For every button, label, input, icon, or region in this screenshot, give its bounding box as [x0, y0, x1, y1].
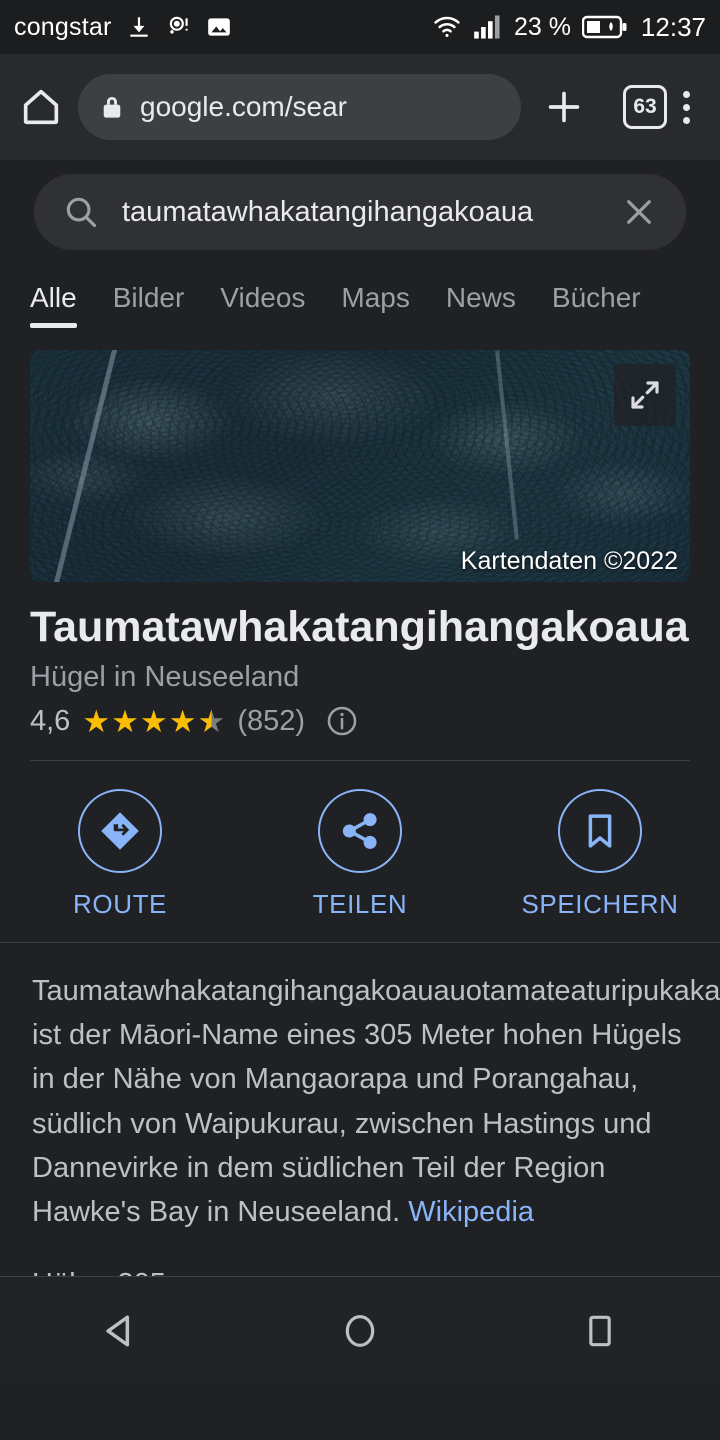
wifi-icon [432, 15, 462, 39]
tab-videos[interactable]: Videos [220, 282, 305, 328]
tab-label: Bücher [551, 282, 641, 313]
search-query-text: taumatawhakatangihangakoaua [122, 195, 534, 228]
new-tab-button[interactable] [541, 84, 587, 130]
overflow-menu-icon[interactable] [671, 90, 702, 124]
rating-value: 4,6 [30, 704, 71, 737]
page-title: Taumatawhakatangihangakoauauotam [30, 604, 690, 651]
tab-news[interactable]: News [446, 282, 516, 328]
back-nav-icon[interactable] [40, 1277, 200, 1385]
entity-subtitle: Hügel in Neuseeland [30, 661, 300, 694]
share-label: TEILEN [312, 889, 408, 920]
expand-icon[interactable] [614, 364, 676, 426]
tab-count-label: 63 [633, 95, 657, 118]
save-label: SPEICHERN [521, 889, 679, 920]
tab-maps[interactable]: Maps [341, 282, 409, 328]
tab-count-button[interactable]: 63 [623, 85, 667, 129]
url-bar[interactable]: google.com/sear [78, 74, 521, 140]
description-paragraph: Taumatawhakatangihangakoauauotamateaturi… [32, 969, 720, 1233]
star-half-icon: ★ [197, 703, 226, 739]
tab-label: Videos [220, 282, 306, 313]
tab-label: Bilder [112, 282, 185, 313]
route-button[interactable]: ROUTE [0, 789, 240, 920]
download-icon [126, 14, 152, 40]
tab-bilder[interactable]: Bilder [113, 282, 185, 328]
action-buttons: ROUTE TEILEN SPEICHERN [0, 761, 720, 942]
map-section: Kartendaten ©2022 [0, 328, 720, 582]
tab-alle[interactable]: Alle [30, 282, 77, 328]
map-thumbnail[interactable]: Kartendaten ©2022 [30, 350, 690, 582]
status-bar-left: congstar [14, 13, 432, 42]
star-icon: ★ [168, 703, 197, 739]
share-button[interactable]: TEILEN [240, 789, 480, 920]
map-attribution: Kartendaten ©2022 [460, 547, 678, 575]
close-icon[interactable] [620, 193, 658, 231]
description-text: Taumatawhakatangihangakoauauotamateaturi… [32, 975, 720, 1228]
search-row: taumatawhakatangihangakoaua [0, 160, 720, 250]
android-nav-bar [0, 1276, 720, 1384]
info-icon[interactable] [325, 704, 359, 738]
description-section: Taumatawhakatangihangakoauauotamateaturi… [0, 943, 720, 1300]
entity-header: Taumatawhakatangihangakoauauotam Hügel i… [0, 582, 720, 762]
wikipedia-link[interactable]: Wikipedia [408, 1196, 534, 1228]
bookmark-icon [558, 789, 642, 874]
recents-nav-icon[interactable] [520, 1277, 680, 1385]
lock-icon [100, 94, 124, 120]
image-icon [206, 14, 232, 40]
battery-percent-label: 23 % [513, 12, 571, 41]
save-button[interactable]: SPEICHERN [480, 789, 720, 920]
star-icon: ★ [82, 703, 111, 739]
tab-label: News [445, 282, 516, 313]
status-bar-right: 23 % 12:37 [432, 12, 706, 43]
directions-icon [78, 789, 162, 874]
search-filter-tabs: Alle Bilder Videos Maps News Bücher [0, 250, 720, 328]
carrier-label: congstar [14, 12, 112, 41]
star-rating: ★ ★ ★ ★ ★ [82, 706, 225, 737]
search-icon [62, 193, 100, 231]
cellular-signal-icon [473, 14, 503, 40]
location-alert-icon [166, 14, 192, 40]
battery-saver-icon [581, 14, 628, 40]
route-label: ROUTE [73, 889, 167, 920]
clock-label: 12:37 [640, 11, 706, 42]
home-nav-icon[interactable] [280, 1277, 440, 1385]
tab-label: Alle [30, 282, 77, 313]
star-icon: ★ [111, 703, 139, 739]
browser-toolbar: google.com/sear 63 [0, 54, 720, 160]
tab-label: Maps [341, 282, 410, 313]
star-icon: ★ [139, 703, 168, 739]
search-input[interactable]: taumatawhakatangihangakoaua [34, 174, 686, 250]
review-count: (852) [237, 704, 306, 737]
page-content: taumatawhakatangihangakoaua Alle Bilder … [0, 160, 720, 1384]
tab-buecher[interactable]: Bücher [552, 282, 641, 328]
url-text: google.com/sear [140, 91, 348, 122]
share-icon [318, 789, 402, 874]
status-bar: congstar 23 % 12:37 [0, 0, 720, 54]
rating-row: 4,6 ★ ★ ★ ★ ★ (852) [30, 704, 690, 738]
home-icon[interactable] [18, 84, 64, 130]
